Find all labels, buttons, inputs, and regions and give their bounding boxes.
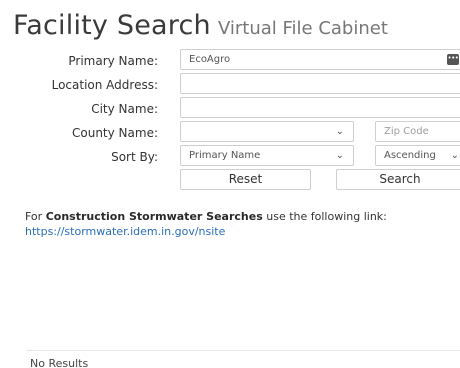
county-name-label: County Name: <box>72 126 158 140</box>
info-bold: Construction Stormwater Searches <box>45 210 263 223</box>
ellipsis-icon[interactable]: ••• <box>447 54 459 65</box>
primary-name-label: Primary Name: <box>68 54 158 68</box>
sort-order-value: Ascending <box>384 150 436 161</box>
county-name-select[interactable]: ⌄ <box>180 121 354 142</box>
sort-field-value: Primary Name <box>189 150 261 161</box>
primary-name-input[interactable]: EcoAgro ••• <box>180 49 460 70</box>
chevron-down-icon: ⌄ <box>335 126 344 137</box>
page-subtitle: Virtual File Cabinet <box>217 18 388 39</box>
sort-field-select[interactable]: Primary Name ⌄ <box>180 145 354 166</box>
sort-by-label: Sort By: <box>111 150 158 164</box>
results-status: No Results <box>30 357 89 368</box>
sort-order-select[interactable]: Ascending ⌄ <box>375 145 460 166</box>
reset-button[interactable]: Reset <box>180 169 311 190</box>
chevron-down-icon: ⌄ <box>335 150 344 161</box>
page-title-main: Facility Search <box>13 10 211 41</box>
location-address-input[interactable] <box>180 73 460 94</box>
stormwater-info-line: For Construction Stormwater Searches use… <box>25 209 387 224</box>
chevron-down-icon: ⌄ <box>450 150 459 161</box>
info-prefix: For <box>25 210 46 223</box>
info-suffix: use the following link: <box>262 210 387 223</box>
primary-name-value: EcoAgro <box>189 54 231 65</box>
zip-code-input[interactable]: Zip Code <box>375 121 460 142</box>
stormwater-link[interactable]: https://stormwater.idem.in.gov/nsite <box>25 225 225 238</box>
location-address-label: Location Address: <box>51 78 158 92</box>
page-title: Facility Search Virtual File Cabinet <box>13 10 388 41</box>
city-name-label: City Name: <box>91 102 158 116</box>
zip-code-placeholder: Zip Code <box>384 126 429 137</box>
search-button[interactable]: Search <box>336 169 460 190</box>
stormwater-info: For Construction Stormwater Searches use… <box>25 209 387 239</box>
city-name-input[interactable] <box>180 97 460 118</box>
results-divider <box>26 350 460 351</box>
